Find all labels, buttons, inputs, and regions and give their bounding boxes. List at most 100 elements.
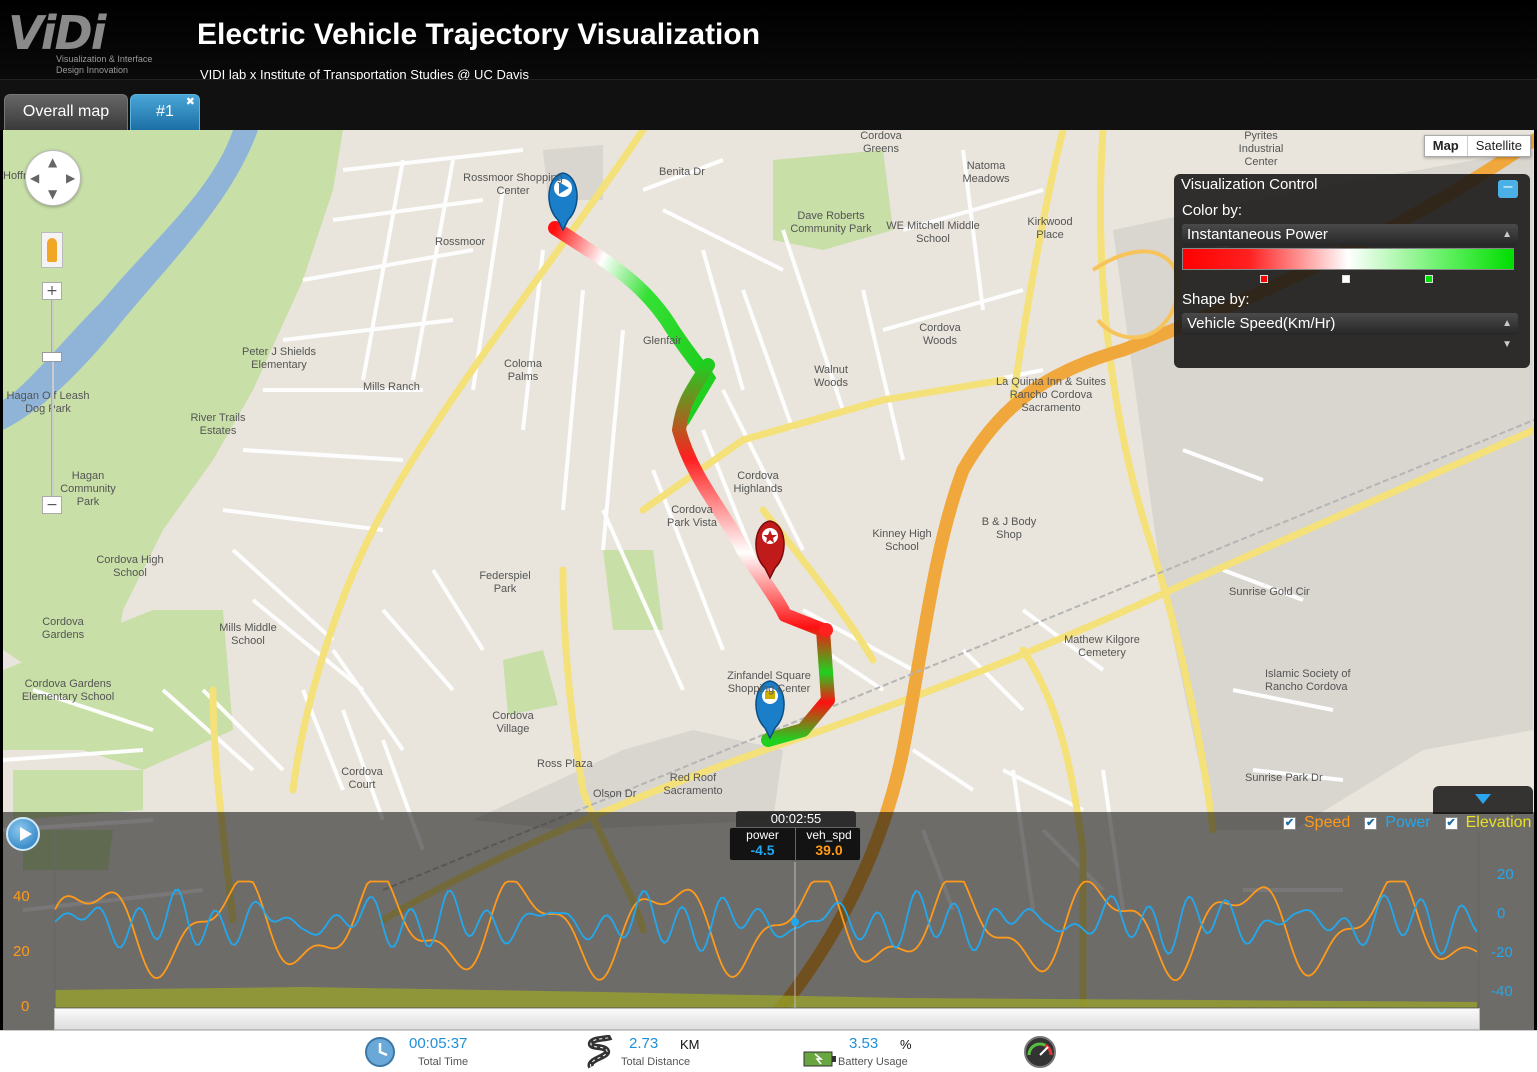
tooltip-power-label: power — [746, 828, 779, 842]
total-time-label: Total Time — [418, 1056, 469, 1068]
cursor-point-icon — [791, 918, 799, 926]
tooltip-speed-value: 39.0 — [815, 842, 843, 858]
legend-power[interactable]: Power — [1385, 814, 1430, 832]
elevation-checkbox[interactable]: ✔ — [1444, 816, 1458, 830]
map-label: Cordova Village — [492, 710, 534, 735]
map-label: La Quinta Inn & Suites Rancho Cordova Sa… — [995, 376, 1107, 414]
map-type-satellite-button[interactable]: Satellite — [1468, 136, 1530, 156]
color-by-label: Color by: — [1182, 202, 1243, 219]
viz-control-title: Visualization Control — [1181, 176, 1318, 193]
zoom-slider-track[interactable] — [51, 290, 54, 506]
collapse-panel-button[interactable]: – — [1498, 179, 1518, 198]
shape-by-select[interactable]: Vehicle Speed(Km/Hr) ▲ ▼ — [1182, 313, 1518, 350]
map-label: Islamic Society of Rancho Cordova — [1265, 668, 1351, 693]
map-label: Rossmoor — [435, 236, 486, 248]
close-tab-icon[interactable]: ✖ — [186, 85, 195, 119]
map-label: Cordova Court — [341, 766, 383, 791]
tab-trajectory-1-label: #1 — [156, 103, 174, 120]
tab-trajectory-1[interactable]: #1 ✖ — [130, 94, 200, 130]
total-distance-unit: KM — [680, 1037, 700, 1052]
cursor-tooltip: power -4.5 veh_spd 39.0 — [729, 827, 861, 861]
chart-legend: ✔ Speed ✔ Power ✔ Elevation — [1283, 812, 1531, 834]
zoom-in-button[interactable]: + — [42, 282, 62, 300]
battery-usage-stat: 3.53 % Battery Usage — [803, 1031, 963, 1072]
pegman-figure — [47, 238, 57, 262]
left-axis-tick: 20 — [13, 943, 30, 960]
gradient-stop-red[interactable] — [1260, 275, 1268, 283]
summary-footer: 00:05:37 Total Time 2.73 KM Total Distan… — [0, 1030, 1537, 1072]
map-label: Mathew Kilgore Cemetery — [1064, 634, 1140, 659]
tooltip-speed: veh_spd 39.0 — [796, 828, 862, 860]
pan-down-icon[interactable]: ▼ — [48, 187, 57, 201]
map-type-control: Map Satellite — [1423, 135, 1531, 157]
color-by-value: Instantaneous Power — [1187, 226, 1328, 243]
total-distance-label: Total Distance — [621, 1056, 691, 1068]
road-colona — [289, 130, 647, 794]
color-gradient-bar — [1182, 248, 1514, 270]
shape-by-value: Vehicle Speed(Km/Hr) — [1187, 315, 1336, 332]
map-label: Ross Plaza — [537, 758, 593, 770]
total-distance-value: 2.73 — [629, 1035, 659, 1052]
map-label: Pyrites Industrial Center — [1238, 130, 1284, 168]
gradient-stop-green[interactable] — [1425, 275, 1433, 283]
zoom-slider-thumb[interactable] — [42, 352, 62, 362]
app-root: ViDi Visualization & Interface Design In… — [0, 0, 1537, 1072]
map-label: Sunrise Park Dr — [1245, 772, 1323, 784]
map-label: Walnut Woods — [813, 364, 849, 389]
logo-subtitle-2: Design Innovation — [56, 65, 129, 75]
right-axis-tick: 0 — [1497, 905, 1505, 922]
street-view-pegman-icon[interactable] — [41, 232, 63, 268]
pan-right-icon[interactable]: ▶ — [66, 171, 75, 185]
pan-up-icon[interactable]: ▲ — [48, 155, 57, 169]
map-label: WE Mitchell Middle School — [886, 220, 980, 245]
road-icon — [587, 1035, 613, 1069]
color-by-select[interactable]: Instantaneous Power ▲▼ — [1182, 224, 1518, 261]
gradient-stop-white[interactable] — [1342, 275, 1350, 283]
elevation-area — [55, 987, 1477, 1008]
map-label: Benita Dr — [659, 166, 705, 178]
play-button[interactable] — [6, 817, 40, 851]
battery-usage-label: Battery Usage — [838, 1056, 908, 1068]
map-label: Dave Roberts Community Park — [790, 210, 872, 235]
chevron-down-icon[interactable] — [1433, 786, 1533, 814]
map-label: Hagan Community Park — [60, 470, 116, 508]
right-axis-tick: 20 — [1497, 866, 1514, 883]
legend-speed[interactable]: Speed — [1304, 814, 1350, 832]
tab-bar: Overall map #1 ✖ — [0, 80, 1537, 130]
tab-overall-map[interactable]: Overall map — [4, 94, 128, 130]
map-label: Zinfandel Square Shopping Center — [727, 670, 811, 695]
map-label: Peter J Shields Elementary — [242, 346, 316, 371]
map-label: Cordova Gardens — [41, 616, 85, 641]
map-label: B & J Body Shop — [981, 516, 1037, 541]
app-header: ViDi Visualization & Interface Design In… — [0, 0, 1537, 82]
pan-control[interactable]: ▲ ◀ ▶ ▼ — [25, 150, 81, 206]
map-label: Kinney High School — [872, 528, 932, 553]
map-label: Kirkwood Place — [1027, 216, 1073, 241]
speedometer-icon — [1024, 1036, 1056, 1068]
clock-icon — [365, 1037, 395, 1067]
speed-checkbox[interactable]: ✔ — [1283, 816, 1296, 830]
logo-mark: ViDi — [8, 6, 107, 60]
select-arrow-icon: ▲▼ — [1502, 318, 1512, 350]
chart-collapse-tab[interactable] — [1433, 786, 1533, 814]
map-label: Glenfair — [643, 335, 682, 347]
map-label: Natoma Meadows — [962, 160, 1010, 185]
map-label: Rossmoor Shopping Center — [463, 172, 563, 197]
left-axis-tick: 40 — [13, 888, 30, 905]
right-axis-tick: -40 — [1491, 983, 1513, 1000]
zoom-out-button[interactable]: − — [42, 496, 62, 514]
tooltip-power-value: -4.5 — [750, 842, 775, 858]
legend-elevation[interactable]: Elevation — [1466, 814, 1532, 832]
map-label: Sunrise Gold Cir — [1229, 586, 1310, 598]
speed-series — [54, 880, 1478, 982]
map-label: Mills Middle School — [219, 622, 277, 647]
map-label: Cordova High School — [96, 554, 164, 579]
visualization-control-panel: Visualization Control – Color by: Instan… — [1174, 174, 1530, 368]
timeline-scrubber[interactable] — [54, 1008, 1480, 1030]
map-label: Cordova Highlands — [733, 470, 783, 495]
pan-left-icon[interactable]: ◀ — [30, 171, 39, 185]
map-label: Cordova Gardens Elementary School — [21, 678, 115, 703]
battery-usage-value: 3.53 — [849, 1035, 879, 1052]
map-type-map-button[interactable]: Map — [1425, 136, 1468, 156]
power-checkbox[interactable]: ✔ — [1364, 816, 1378, 830]
